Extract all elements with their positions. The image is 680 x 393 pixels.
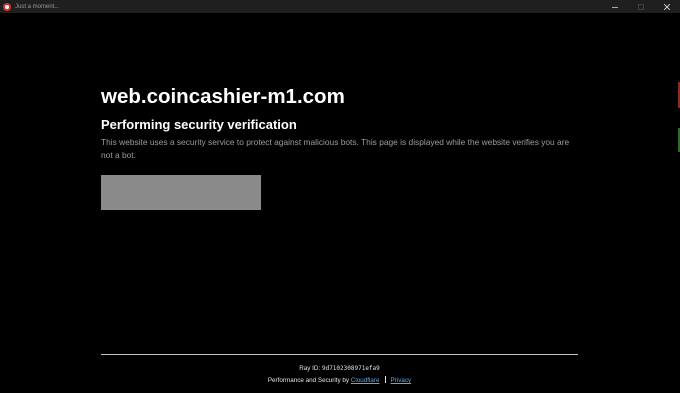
maximize-button[interactable]: [628, 0, 654, 13]
footer-separator: [384, 376, 386, 383]
page-heading: Performing security verification: [101, 117, 297, 132]
ray-id-label: Ray ID:: [299, 365, 322, 372]
cloudflare-link[interactable]: Cloudflare: [351, 377, 380, 384]
verification-description: This website uses a security service to …: [101, 137, 570, 160]
window-title: Just a moment...: [15, 3, 60, 10]
maximize-icon: [638, 3, 644, 10]
performance-text: Performance and Security by: [267, 377, 351, 384]
close-icon: [663, 3, 671, 10]
footer: Ray ID: 9d7102308971efa9 Performance and…: [101, 364, 578, 385]
minimize-button[interactable]: [602, 0, 628, 13]
footer-divider: [101, 354, 578, 355]
ray-id-row: Ray ID: 9d7102308971efa9: [101, 364, 578, 373]
ray-id-value: 9d7102308971efa9: [321, 365, 380, 372]
site-domain: web.coincashier-m1.com: [101, 85, 345, 108]
window-controls: [602, 0, 680, 13]
close-button[interactable]: [654, 0, 680, 13]
window-titlebar[interactable]: Just a moment...: [0, 0, 680, 13]
browser-app-icon: [3, 2, 11, 11]
verification-content: web.coincashier-m1.com Performing securi…: [101, 85, 581, 162]
performance-row: Performance and Security by Cloudflare Pr…: [101, 376, 578, 385]
minimize-icon: [612, 6, 618, 8]
privacy-link[interactable]: Privacy: [391, 377, 412, 384]
verification-widget-placeholder[interactable]: [101, 175, 261, 210]
